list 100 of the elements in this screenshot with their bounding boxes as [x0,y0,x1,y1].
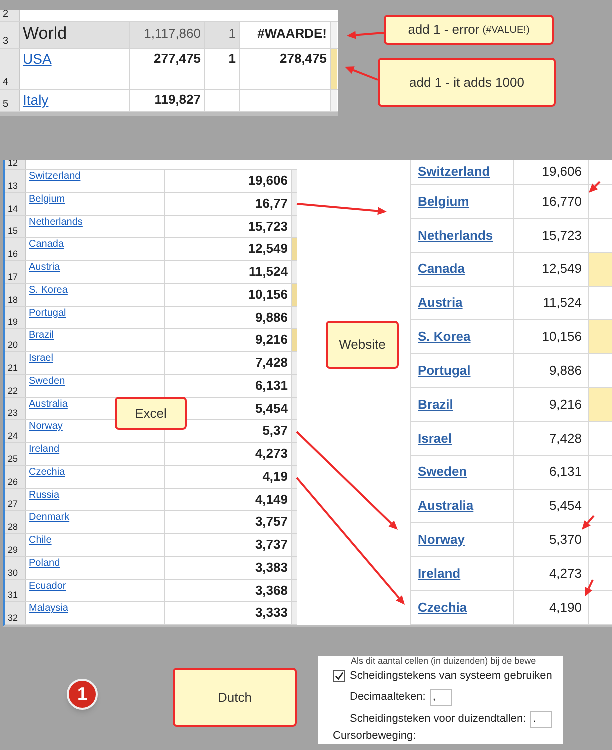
arrow [585,580,594,597]
table-cell-text: 7,428 [549,430,582,448]
row-header: 27 [5,488,26,510]
country-link[interactable]: Portugal [29,306,66,320]
step-badge: 1 [67,679,98,710]
table-cell-text: 16,77 [255,194,288,213]
country-link[interactable]: Poland [29,556,60,571]
country-link[interactable]: Netherlands [29,216,83,230]
table-cell-text: 4,273 [255,445,288,464]
country-link[interactable]: Canada [418,259,465,279]
country-link[interactable]: Austria [29,261,60,275]
table-cell-text: 19,606 [248,172,288,190]
country-link[interactable]: Australia [29,398,68,412]
country-link[interactable]: Ecuador [29,580,66,594]
country-link[interactable]: S. Korea [418,327,471,347]
marker-strip [589,320,612,354]
table-cell-text: 7,428 [255,354,288,372]
country-link[interactable]: Denmark [29,511,70,526]
table-cell-text: 278,475 [280,50,327,68]
row-header: 3 [0,22,20,48]
table-cell-text: 4,273 [549,564,582,583]
callout: add 1 - it adds 1000 [378,58,556,107]
row-header: 2 [0,10,20,21]
country-link[interactable]: Canada [29,238,64,252]
country-link[interactable]: Ireland [418,564,461,584]
row-header: 16 [5,238,26,260]
row-header: 31 [5,580,26,602]
callout: Excel [115,397,187,430]
country-link[interactable]: Switzerland [418,162,490,182]
country-link[interactable]: Israel [29,352,54,366]
country-link[interactable]: Israel [418,428,452,448]
input-field[interactable]: . [530,710,552,728]
country-link[interactable]: Brazil [29,329,54,344]
country-link[interactable]: Russia [29,488,60,502]
table-cell-text: 5,454 [549,497,582,516]
callout: Website [326,321,399,369]
country-link[interactable]: Australia [418,496,474,516]
table-cell-text: 1 [228,50,236,68]
row-header: 12 [5,160,26,169]
country-link[interactable]: Italy [23,90,49,110]
row-header: 17 [5,261,26,283]
country-link[interactable]: Norway [29,420,63,434]
row-header: 13 [5,170,26,192]
row-header: 5 [0,90,20,111]
country-link[interactable]: Ireland [29,443,60,457]
country-link[interactable]: Malaysia [29,602,68,616]
country-link[interactable]: Sweden [29,374,66,389]
country-link[interactable]: USA [23,49,52,69]
table-cell-text: 6,131 [549,463,582,482]
table-cell-text: 15,723 [248,218,288,236]
row-header: 15 [5,216,26,238]
table-cell-text: 11,524 [543,294,582,312]
table-cell-text: 3,737 [255,536,288,554]
row-header: 28 [5,511,26,533]
country-link[interactable]: Czechia [418,598,468,618]
table-cell-text: 3,368 [255,582,288,600]
table-cell-text: 9,886 [549,362,582,380]
table-cell-text: 10,156 [248,286,288,304]
table-cell-text: 5,454 [255,400,288,418]
table-cell-text: 3,333 [255,604,288,622]
checkbox[interactable] [333,670,345,682]
table-cell-text: 4,149 [255,490,288,509]
table-cell-text: 277,475 [154,50,201,68]
country-link[interactable]: Brazil [418,394,454,414]
row-header: 4 [0,49,20,89]
row-header: 20 [5,329,26,351]
country-link[interactable]: Belgium [418,192,470,212]
table-cell-text: 16,770 [542,192,582,211]
country-link[interactable]: Norway [418,530,465,550]
country-link[interactable]: Austria [418,293,463,313]
table-cell-text: 12,549 [542,260,582,278]
country-link[interactable]: Netherlands [418,226,494,246]
table-cell-text: 19,606 [542,163,582,182]
country-link[interactable]: Sweden [418,462,468,482]
table-cell-text: 11,524 [248,263,288,282]
table-cell-text: #WAARDE! [258,25,327,43]
row-header: 32 [5,602,26,624]
row-header: 25 [5,443,26,465]
callout-text: add 1 - error [408,21,480,40]
country-link[interactable]: Switzerland [29,170,81,184]
table-cell-text: 9,216 [255,331,288,350]
country-link[interactable]: Chile [29,534,52,548]
arrow [589,181,601,193]
arrow [345,66,378,81]
table-cell-text: World [23,23,68,45]
table-cell-text: 12,549 [248,240,288,258]
table-cell-text: 9,886 [255,308,288,327]
country-link[interactable]: Belgium [29,192,66,207]
country-link[interactable]: Portugal [418,360,471,380]
checkbox-label: Scheidingstekens van systeem gebruiken [350,669,552,684]
table-cell-text: 9,216 [549,396,582,414]
input-field[interactable]: , [430,688,452,706]
table-cell-text: 1 [228,25,236,43]
country-link[interactable]: S. Korea [29,284,68,298]
marker-strip [589,252,612,286]
section-label: Cursorbeweging: [333,728,416,742]
country-link[interactable]: Czechia [29,466,66,480]
row-header: 29 [5,534,26,556]
table-cell-text: 3,383 [255,558,288,577]
row-header: 18 [5,284,26,306]
